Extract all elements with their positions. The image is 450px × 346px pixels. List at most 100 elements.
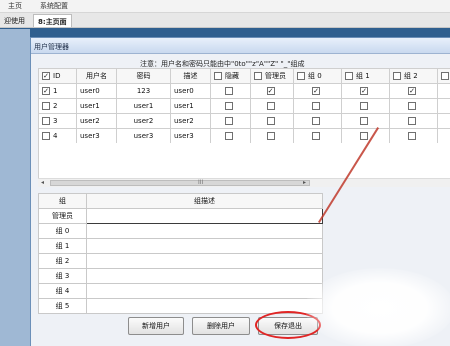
- delete-user-button[interactable]: 删除用户: [192, 317, 250, 335]
- cell-username[interactable]: user2: [76, 113, 117, 129]
- cell-description[interactable]: user3: [170, 128, 211, 144]
- col-id[interactable]: ID: [38, 68, 77, 84]
- group-description-input[interactable]: [86, 208, 323, 224]
- hidden-checkbox[interactable]: [225, 87, 233, 95]
- group-description-input[interactable]: [86, 223, 323, 239]
- group1-checkbox[interactable]: [360, 87, 368, 95]
- menu-home[interactable]: 主页: [8, 1, 22, 11]
- cell-username[interactable]: user3: [76, 128, 117, 144]
- group-description-input[interactable]: [86, 268, 323, 284]
- table-row[interactable]: 2 user1 user1 user1: [38, 98, 450, 114]
- menu-system-settings[interactable]: 系统配置: [40, 1, 68, 11]
- table-row[interactable]: 管理员: [38, 208, 323, 224]
- cell-password[interactable]: user2: [116, 113, 171, 129]
- group2-checkbox[interactable]: [408, 132, 416, 140]
- group1-all-checkbox[interactable]: [345, 72, 353, 80]
- hidden-checkbox[interactable]: [225, 102, 233, 110]
- group-name: 组 1: [38, 238, 87, 254]
- add-user-button[interactable]: 新增用户: [128, 317, 184, 335]
- table-row[interactable]: 组 0: [38, 223, 323, 239]
- horizontal-scrollbar[interactable]: ◂ III ▸: [38, 178, 450, 187]
- table-row[interactable]: 组 1: [38, 238, 323, 254]
- group2-all-checkbox[interactable]: [393, 72, 401, 80]
- group-table: 组 组描述 管理员 组 0 组 1 组 2 组 3 组 4 组 5: [38, 193, 323, 314]
- select-all-checkbox[interactable]: [42, 72, 50, 80]
- col-group2[interactable]: 组 2: [389, 68, 438, 84]
- cell-description[interactable]: user0: [170, 83, 211, 99]
- scrollbar-grip-icon: III: [198, 179, 204, 186]
- col-group1-label: 组 1: [356, 72, 370, 80]
- scrollbar-thumb[interactable]: [50, 180, 310, 186]
- row-id: 1: [53, 87, 58, 95]
- hidden-checkbox[interactable]: [225, 132, 233, 140]
- group1-checkbox[interactable]: [360, 117, 368, 125]
- group1-checkbox[interactable]: [360, 102, 368, 110]
- group0-checkbox[interactable]: [312, 87, 320, 95]
- col-group0[interactable]: 组 0: [293, 68, 342, 84]
- col-id-label: ID: [53, 72, 61, 80]
- group-description-input[interactable]: [86, 283, 323, 299]
- cell-description[interactable]: user1: [170, 98, 211, 114]
- row-select-checkbox[interactable]: [42, 117, 50, 125]
- group1-checkbox[interactable]: [360, 132, 368, 140]
- group0-all-checkbox[interactable]: [297, 72, 305, 80]
- table-row[interactable]: 1 user0 123 user0: [38, 83, 450, 99]
- group-name: 组 2: [38, 253, 87, 269]
- row-select-checkbox[interactable]: [42, 132, 50, 140]
- admin-checkbox[interactable]: [266, 87, 275, 95]
- col-hidden[interactable]: 隐藏: [210, 68, 251, 84]
- group0-checkbox[interactable]: [312, 132, 320, 140]
- col-group0-label: 组 0: [308, 72, 322, 80]
- cell-username[interactable]: user0: [76, 83, 117, 99]
- cell-password[interactable]: 123: [116, 83, 171, 99]
- user-table-empty-area: [38, 143, 450, 178]
- col-group[interactable]: 组: [38, 193, 87, 209]
- admin-checkbox[interactable]: [266, 102, 275, 110]
- group-description-input[interactable]: [86, 238, 323, 254]
- tab-main-label: 主页面: [45, 18, 67, 26]
- col-description[interactable]: 描述: [170, 68, 211, 84]
- col-group-description[interactable]: 组描述: [86, 193, 323, 209]
- tab-main-prefix: 8: [38, 18, 43, 26]
- row-select-checkbox[interactable]: [42, 87, 50, 95]
- col-username[interactable]: 用户名: [76, 68, 117, 84]
- tab-main-page[interactable]: 8:主页面: [33, 14, 72, 27]
- cell-description[interactable]: user2: [170, 113, 211, 129]
- scroll-left-icon[interactable]: ◂: [38, 179, 47, 187]
- table-row[interactable]: 组 4: [38, 283, 323, 299]
- row-id: 2: [53, 102, 58, 110]
- admin-checkbox[interactable]: [266, 117, 275, 125]
- group-name: 组 0: [38, 223, 87, 239]
- group2-checkbox[interactable]: [408, 102, 416, 110]
- group-description-input[interactable]: [86, 253, 323, 269]
- row-select-checkbox[interactable]: [42, 102, 50, 110]
- table-row[interactable]: 组 3: [38, 268, 323, 284]
- scroll-right-icon[interactable]: ▸: [300, 179, 309, 187]
- tab-bar: 迎使用 8:主页面: [0, 13, 450, 28]
- col-extra[interactable]: [437, 68, 450, 84]
- hidden-checkbox[interactable]: [225, 117, 233, 125]
- table-row[interactable]: 组 2: [38, 253, 323, 269]
- tab-welcome[interactable]: 迎使用: [0, 14, 29, 27]
- group2-checkbox[interactable]: [408, 117, 416, 125]
- user-table-header: ID 用户名 密码 描述 隐藏 管理员 组 0 组 1 组 2: [38, 68, 450, 84]
- table-row[interactable]: 4 user3 user3 user3: [38, 128, 450, 144]
- table-row[interactable]: 3 user2 user2 user2: [38, 113, 450, 129]
- group0-checkbox[interactable]: [312, 117, 320, 125]
- col-group1[interactable]: 组 1: [341, 68, 390, 84]
- cell-username[interactable]: user1: [76, 98, 117, 114]
- admin-all-checkbox[interactable]: [254, 72, 262, 80]
- cell-password[interactable]: user3: [116, 128, 171, 144]
- admin-checkbox[interactable]: [266, 132, 275, 140]
- group-name: 组 4: [38, 283, 87, 299]
- extra-all-checkbox[interactable]: [441, 72, 449, 80]
- col-password[interactable]: 密码: [116, 68, 171, 84]
- col-admin[interactable]: 管理员: [250, 68, 294, 84]
- cell-password[interactable]: user1: [116, 98, 171, 114]
- hidden-all-checkbox[interactable]: [214, 72, 222, 80]
- dialog-title-bar[interactable]: 用户管理器: [31, 38, 450, 54]
- group0-checkbox[interactable]: [312, 102, 320, 110]
- group-table-header: 组 组描述: [38, 193, 323, 209]
- group2-checkbox[interactable]: [408, 87, 416, 95]
- background-panel: [0, 29, 30, 346]
